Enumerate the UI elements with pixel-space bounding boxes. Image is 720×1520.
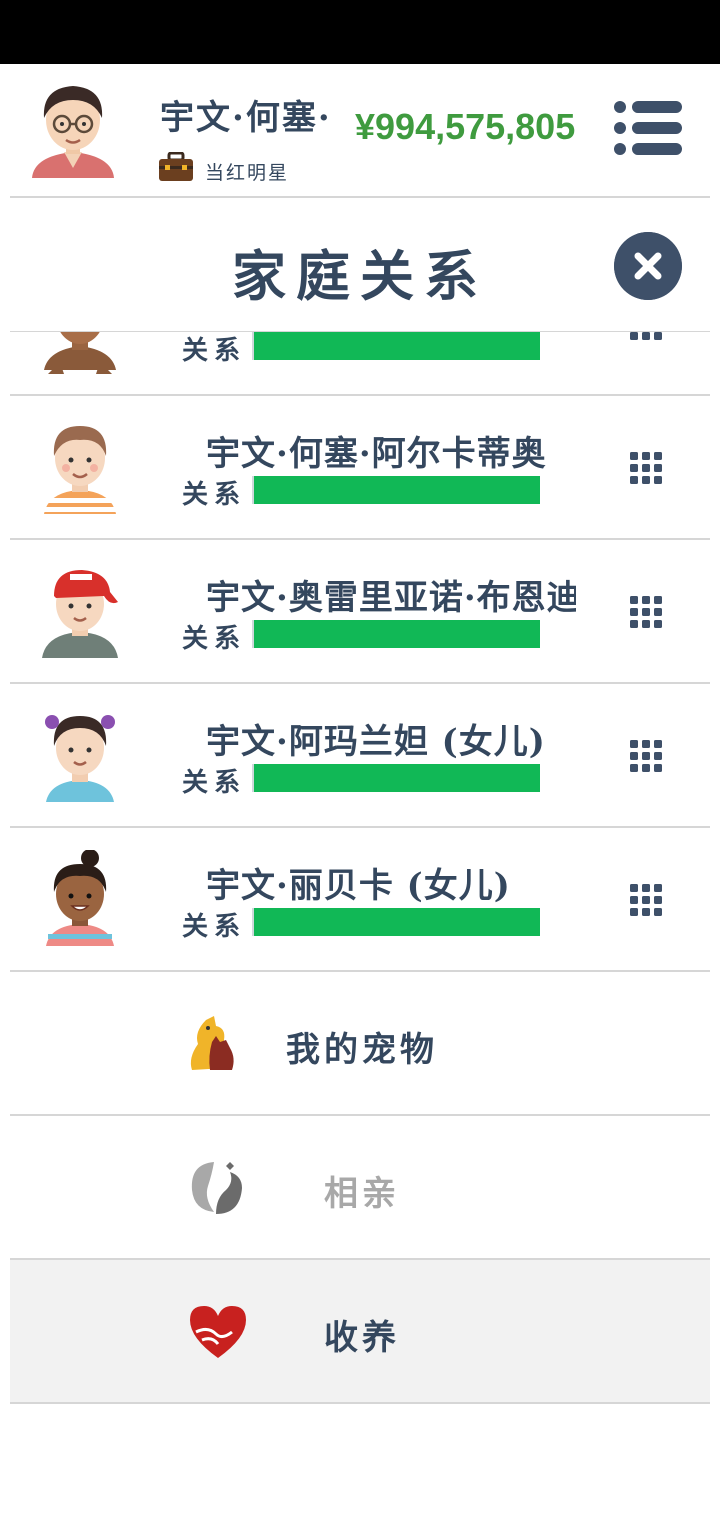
menu-button[interactable] — [612, 100, 684, 156]
family-member-row[interactable]: 宇文·丽贝卡 (女儿) 关系 — [10, 828, 710, 972]
player-avatar[interactable] — [28, 78, 118, 182]
dating-button: 相亲 — [10, 1116, 710, 1260]
family-list[interactable]: 关系 宇文·何塞·阿尔卡蒂奥 关系 宇文·奥雷里亚诺·布恩迪 关系 宇文·阿玛兰… — [10, 332, 710, 1424]
relationship-bar-fill — [254, 476, 540, 504]
grid-menu-icon[interactable] — [630, 596, 664, 630]
close-button[interactable] — [614, 232, 682, 300]
my-pets-label: 我的宠物 — [286, 1030, 438, 1070]
member-name: 宇文·奥雷里亚诺·布恩迪 — [206, 578, 576, 618]
briefcase-icon — [159, 152, 193, 181]
grid-menu-icon[interactable] — [630, 332, 664, 342]
relationship-label: 关系 — [182, 768, 247, 798]
relationship-bar — [252, 764, 540, 792]
family-member-row[interactable]: 宇文·奥雷里亚诺·布恩迪 关系 — [10, 540, 710, 684]
relationship-bar-fill — [254, 908, 540, 936]
relationship-label: 关系 — [182, 912, 247, 942]
grid-menu-icon[interactable] — [630, 740, 664, 774]
relationship-bar-fill — [254, 764, 540, 792]
member-name: 宇文·阿玛兰妲 (女儿) — [206, 722, 546, 762]
adopt-label: 收养 — [324, 1318, 400, 1358]
pet-dog-cat-icon — [190, 1016, 234, 1070]
family-panel-header: 家庭关系 — [10, 198, 710, 332]
boy-red-cap-avatar — [42, 570, 118, 658]
couple-faces-icon — [191, 1162, 242, 1214]
my-pets-button[interactable]: 我的宠物 — [10, 972, 710, 1116]
grid-menu-icon[interactable] — [630, 884, 664, 918]
member-name: 宇文·丽贝卡 (女儿) — [206, 866, 511, 906]
relationship-label: 关系 — [182, 336, 247, 366]
dating-label: 相亲 — [324, 1174, 400, 1214]
family-member-row[interactable]: 宇文·何塞·阿尔卡蒂奥 关系 — [10, 396, 710, 540]
family-member-row[interactable]: 宇文·阿玛兰妲 (女儿) 关系 — [10, 684, 710, 828]
relationship-bar — [252, 620, 540, 648]
money-balance: ¥994,575,805 — [355, 106, 576, 147]
member-name: 宇文·何塞·阿尔卡蒂奥 — [206, 434, 547, 474]
relationship-label: 关系 — [182, 624, 247, 654]
girl-dark-avatar — [44, 332, 116, 374]
relationship-label: 关系 — [182, 480, 247, 510]
heart-hands-icon — [190, 1306, 246, 1358]
relationship-bar-fill — [254, 620, 540, 648]
player-header: 宇文·何塞· 当红明星 ¥994,575,805 — [0, 64, 720, 196]
relationship-bar-fill — [254, 332, 540, 360]
panel-title: 家庭关系 — [232, 244, 488, 308]
family-member-row[interactable]: 关系 — [10, 332, 710, 396]
relationship-bar — [252, 908, 540, 936]
adopt-button[interactable]: 收养 — [10, 1260, 710, 1404]
job-label: 当红明星 — [205, 162, 290, 184]
player-name: 宇文·何塞· — [160, 98, 332, 138]
boy-striped-shirt-avatar — [44, 426, 116, 514]
girl-pigtails-avatar — [45, 715, 115, 802]
grid-menu-icon[interactable] — [630, 452, 664, 486]
relationship-bar — [252, 332, 540, 360]
status-bar — [0, 0, 720, 64]
relationship-bar — [252, 476, 540, 504]
girl-bun-avatar — [46, 850, 114, 946]
